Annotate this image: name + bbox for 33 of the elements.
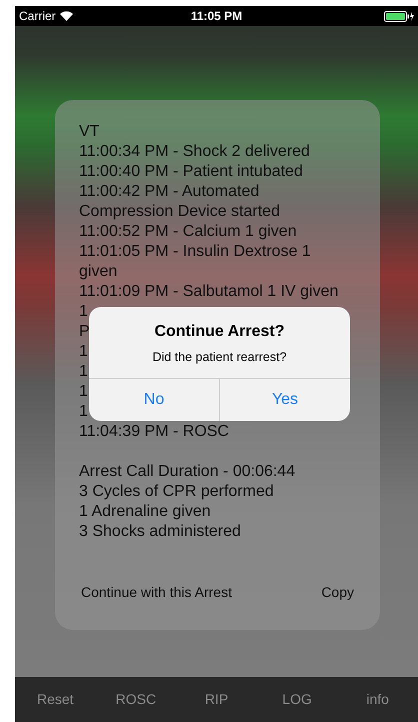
continue-button[interactable]: Continue with this Arrest — [79, 582, 234, 602]
tab-item[interactable]: ROSC — [96, 689, 176, 710]
battery-icon — [384, 10, 414, 22]
tab-item[interactable]: RIP — [176, 689, 257, 710]
copy-button[interactable]: Copy — [319, 582, 356, 602]
log-entry: 1 — [79, 362, 88, 382]
log-entry: 11:00:40 PM - Patient intubated — [79, 162, 303, 182]
log-entry: 11:00:42 PM - Automated Compression Device started — [79, 182, 281, 222]
summary-line: 1 Adrenaline given — [79, 502, 211, 522]
log-entry: 11:01:05 PM - Insulin Dextrose 1 given — [79, 242, 312, 282]
summary-line: 3 Cycles of CPR performed — [79, 482, 274, 502]
log-entry: 11:00:52 PM - Calcium 1 given — [79, 222, 297, 242]
no-button[interactable]: No — [89, 378, 219, 421]
log-entry: 1 — [79, 382, 88, 402]
log-entry: 1 — [79, 302, 88, 322]
status-time: 11:05 PM — [190, 8, 242, 25]
yes-button[interactable]: Yes — [219, 378, 350, 421]
log-entry: 11:01:09 PM - Salbutamol 1 IV given — [79, 282, 338, 302]
alert-title: Continue Arrest? — [154, 322, 285, 342]
summary-line: 3 Shocks administered — [79, 522, 241, 542]
wifi-icon — [60, 11, 73, 21]
alert-message: Did the patient rearrest? — [152, 349, 287, 366]
tab-item[interactable]: Reset — [15, 689, 96, 710]
tab-item[interactable]: LOG — [256, 689, 338, 710]
log-entry: P — [79, 322, 90, 342]
log-entry: VT — [79, 122, 100, 142]
carrier-label: Carrier — [19, 8, 56, 25]
log-entry: 1 — [79, 402, 88, 422]
log-entry: 11:00:34 PM - Shock 2 delivered — [79, 142, 310, 162]
log-entry: 1 — [79, 342, 88, 362]
tab-item[interactable]: info — [337, 689, 418, 710]
summary-line: Arrest Call Duration - 00:06:44 — [79, 462, 296, 482]
log-entry: 11:04:39 PM - ROSC — [79, 422, 229, 442]
